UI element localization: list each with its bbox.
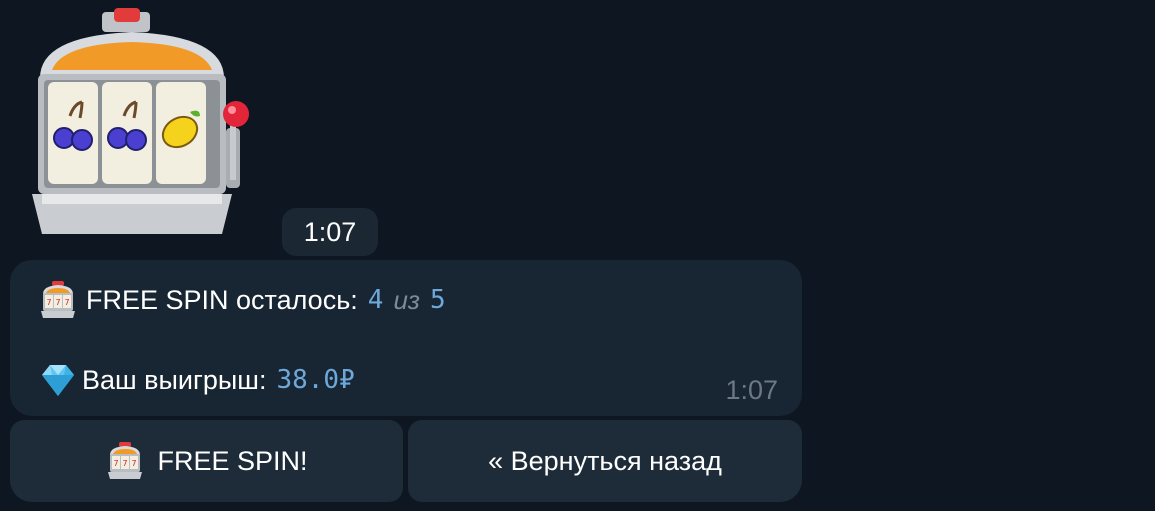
gem-icon [38, 360, 78, 400]
svg-text:7: 7 [46, 298, 51, 307]
free-spins-line: 7 7 7 FREE SPIN осталось: 4 из 5 [38, 280, 446, 320]
free-spins-total: 5 [429, 285, 446, 315]
winnings-amount: 38.0₽ [276, 365, 355, 395]
svg-text:7: 7 [64, 298, 69, 307]
sticker-timestamp: 1:07 [282, 208, 378, 256]
back-button-label: « Вернуться назад [488, 445, 722, 476]
winnings-line: Ваш выигрыш: 38.0₽ [38, 360, 355, 400]
slot-machine-icon [32, 8, 249, 234]
slot-machine-icon: 7 7 7 [38, 280, 78, 320]
free-spins-of: из [393, 284, 420, 315]
winnings-label: Ваш выигрыш: [82, 364, 267, 395]
svg-text:7: 7 [132, 459, 137, 468]
svg-text:7: 7 [123, 459, 128, 468]
svg-text:7: 7 [114, 459, 119, 468]
message-timestamp: 1:07 [725, 375, 778, 405]
svg-text:7: 7 [55, 298, 60, 307]
free-spin-button[interactable]: 7 7 7 FREE SPIN! [10, 420, 403, 502]
free-spin-button-label: FREE SPIN! [157, 445, 308, 476]
slot-machine-sticker[interactable] [22, 8, 262, 243]
free-spins-label: FREE SPIN осталось: [86, 284, 358, 315]
slot-machine-icon: 7 7 7 [105, 441, 145, 481]
message-bubble: 7 7 7 FREE SPIN осталось: 4 из 5 Ваш выи… [10, 260, 802, 416]
free-spins-current: 4 [367, 285, 384, 315]
back-button[interactable]: « Вернуться назад [408, 420, 802, 502]
